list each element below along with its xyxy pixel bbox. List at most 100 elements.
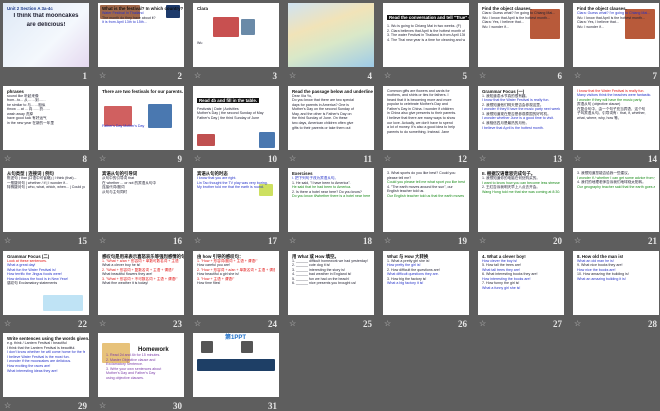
slide-number: 17	[268, 236, 277, 246]
animation-star-icon[interactable]: ☆	[99, 71, 106, 80]
slide-thumbnail-cell: II. 根据汉语意思完成句子。 1. 我想知道你的电脑在何处购买的。 I want …	[478, 168, 564, 246]
slide-text-line: using objective clauses.	[106, 375, 144, 380]
slide-number: 8	[82, 153, 88, 164]
slide-thumbnail[interactable]: 宾语从句的引导词 从句中的引导词 that 在 whether ... or not…	[98, 168, 184, 232]
slide-thumbnail-cell: 3. 我想知道您能否给我一些建议。 I wonder if / whether I…	[573, 168, 659, 246]
slide-image	[241, 19, 255, 35]
slide-thumbnail[interactable]: Grammar Focus (二) Look at these sentences…	[3, 250, 89, 315]
slide-image	[241, 341, 253, 353]
animation-star-icon[interactable]: ☆	[289, 71, 296, 80]
animation-star-icon[interactable]: ☆	[289, 319, 296, 328]
slide-image	[43, 294, 83, 311]
animation-star-icon[interactable]: ☆	[4, 236, 11, 245]
animation-star-icon[interactable]: ☆	[4, 154, 11, 163]
slide-thumbnail-cell: Write sentences using the words given. e.…	[3, 333, 89, 411]
slide-text-line: 特殊疑问句 | who, what, which, when... | Coul…	[7, 185, 85, 190]
slide-thumbnail[interactable]: 感叹句是用来表示喜怒哀乐等强烈感情的句子。1. "What + a/an + 形…	[98, 250, 184, 315]
slide-title: 第1PPT	[225, 335, 247, 341]
slide-thumbnail[interactable]: 4. What a clever boy! How clever the boy …	[478, 250, 564, 315]
animation-star-icon[interactable]: ☆	[194, 154, 201, 163]
slide-thumbnail[interactable]: II. 根据汉语意思完成句子。 1. 我想知道你的电脑在何处购买的。 I want …	[478, 168, 564, 232]
slide-thumbnail[interactable]: Find the object clauses. Clara: Guess wha…	[573, 3, 659, 67]
animation-star-icon[interactable]: ☆	[99, 401, 106, 410]
slide-number: 16	[173, 236, 182, 246]
slide-text-line: in the new year 在新的一年里	[7, 121, 54, 126]
animation-star-icon[interactable]: ☆	[574, 71, 581, 80]
slide-number: 6	[557, 71, 563, 81]
animation-star-icon[interactable]: ☆	[384, 71, 391, 80]
animation-star-icon[interactable]: ☆	[479, 154, 486, 163]
slide-thumbnail[interactable]: Write sentences using the words given. e.…	[3, 333, 89, 397]
animation-star-icon[interactable]: ☆	[384, 154, 391, 163]
animation-star-icon[interactable]: ☆	[289, 236, 296, 245]
slide-thumbnail[interactable]: Read 4b and fill in the table. Festivals …	[193, 85, 279, 150]
slide-title: Unit 2 Section A 3a-4c	[7, 6, 53, 11]
animation-star-icon[interactable]: ☆	[574, 154, 581, 163]
slide-image	[197, 359, 275, 371]
slide-thumbnail[interactable]: There are two festivals for our parents.…	[98, 85, 184, 150]
slide-number: 23	[173, 318, 182, 329]
animation-star-icon[interactable]: ☆	[4, 319, 11, 328]
slide-thumbnail-cell: 3. What sports do you like best? Could y…	[383, 168, 469, 246]
animation-star-icon[interactable]: ☆	[194, 71, 201, 80]
slide-thumbnail[interactable]: 3. 我想知道您能否给我一些建议。 I wonder if / whether I…	[573, 168, 659, 232]
slide-number: 12	[458, 153, 467, 164]
slide-thumbnail-cell: I know that the Water Festival is really…	[573, 85, 659, 164]
slide-thumbnail[interactable]	[288, 3, 374, 67]
slide-number: 15	[78, 236, 87, 246]
slide-thumbnail[interactable]: I know that the Water Festival is really…	[573, 85, 659, 150]
slide-number: 20	[553, 236, 562, 246]
animation-star-icon[interactable]: ☆	[574, 236, 581, 245]
slide-number: 28	[648, 318, 657, 329]
slide-thumbnail[interactable]: Find the object clauses. Clara: Guess wha…	[478, 3, 564, 67]
slide-number: 27	[553, 318, 562, 329]
slide-image	[213, 17, 239, 37]
slide-thumbnail[interactable]: 用 What 或 How 填空。 1. ______ difficult home…	[288, 250, 374, 315]
slide-thumbnail[interactable]: Read the passage below and underline the…	[288, 85, 374, 150]
slide-thumbnail[interactable]: Read the conversation and tell "True" or…	[383, 3, 469, 67]
slide-thumbnail[interactable]: 8. How old the man is! What an old man he…	[573, 250, 659, 315]
slide-thumbnail[interactable]: 从句类型 | 连接词 | 例句 陈述句 | that (口语中可省略) | I t…	[3, 168, 89, 232]
slide-thumbnail-cell: phrases sound like 听起来像 from...to... 从……到……	[3, 85, 89, 164]
animation-star-icon[interactable]: ☆	[99, 154, 106, 163]
slide-thumbnail-cell: Common gifts are flowers and cards for mo…	[383, 85, 469, 164]
slide-number: 26	[458, 318, 467, 329]
slide-text-line: How time flies!	[197, 281, 221, 286]
slide-thumbnail[interactable]: 由 how 引导的感叹句： 1. "How + 形容词/副词 + 主语 + 谓语!…	[193, 250, 279, 315]
slide-thumbnail[interactable]: Homework 1. Read 2d and 4b for 15 minutes…	[98, 333, 184, 397]
slide-thumbnail[interactable]: Common gifts are flowers and cards for mo…	[383, 85, 469, 150]
slide-text-line: It is from April 13th to 15th...	[102, 20, 147, 25]
slide-title: Read 4b and fill in the table.	[197, 97, 260, 103]
slide-thumbnail[interactable]: 宾语从句的时态 I know that you are right. Lin Tao…	[193, 168, 279, 232]
slide-thumbnail[interactable]: Unit 2 Section A 3a-4c I think that moonc…	[3, 3, 89, 67]
slide-thumbnail[interactable]: phrases sound like 听起来像 from...to... 从……到……	[3, 85, 89, 150]
animation-star-icon[interactable]: ☆	[479, 71, 486, 80]
animation-star-icon[interactable]: ☆	[384, 319, 391, 328]
animation-star-icon[interactable]: ☆	[384, 236, 391, 245]
slide-thumbnail[interactable]: Grammar Focus (一) 1. 我知道泼水节真的很有趣。 I know t…	[478, 85, 564, 150]
slide-text-line: 感叹句 Exclamatory statements	[7, 281, 58, 286]
slide-thumbnail[interactable]: What is the festival? In which country? W…	[98, 3, 184, 67]
slide-thumbnail[interactable]: 3. What sports do you like best? Could y…	[383, 168, 469, 232]
animation-star-icon[interactable]: ☆	[194, 236, 201, 245]
slide-thumbnail-cell: Grammar Focus (一) 1. 我知道泼水节真的很有趣。 I know t…	[478, 85, 564, 164]
slide-thumbnail[interactable]: Exercises I. 把下列句子改为宾语从句。 1. He said, "I h…	[288, 168, 374, 232]
slide-thumbnail-cell: 宾语从句的时态 I know that you are right. Lin Tao…	[193, 168, 279, 246]
animation-star-icon[interactable]: ☆	[574, 319, 581, 328]
animation-star-icon[interactable]: ☆	[99, 236, 106, 245]
animation-star-icon[interactable]: ☆	[4, 401, 11, 410]
slide-thumbnail[interactable]: ClaraWuClara is going... why?	[193, 3, 279, 67]
animation-star-icon[interactable]: ☆	[289, 154, 296, 163]
slide-title: Read the conversation and tell "True" or…	[387, 15, 469, 20]
slide-thumbnail-cell: Read the passage below and underline the…	[288, 85, 374, 164]
slide-text-line: 4. The Thai new year is a time for clean…	[387, 37, 465, 42]
animation-star-icon[interactable]: ☆	[99, 319, 106, 328]
slide-thumbnail-cell: There are two festivals for our parents.…	[98, 85, 184, 164]
slide-thumbnail-cell: 用 What 或 How 填空。 1. ______ difficult home…	[288, 250, 374, 329]
animation-star-icon[interactable]: ☆	[194, 319, 201, 328]
slide-thumbnail[interactable]: 第1PPT	[193, 333, 279, 397]
animation-star-icon[interactable]: ☆	[479, 236, 486, 245]
animation-star-icon[interactable]: ☆	[479, 319, 486, 328]
slide-thumbnail-cell: Grammar Focus (二) Look at these sentences…	[3, 250, 89, 329]
slide-thumbnail[interactable]: What 与 How 大转换 1. What a pretty girl she …	[383, 250, 469, 315]
